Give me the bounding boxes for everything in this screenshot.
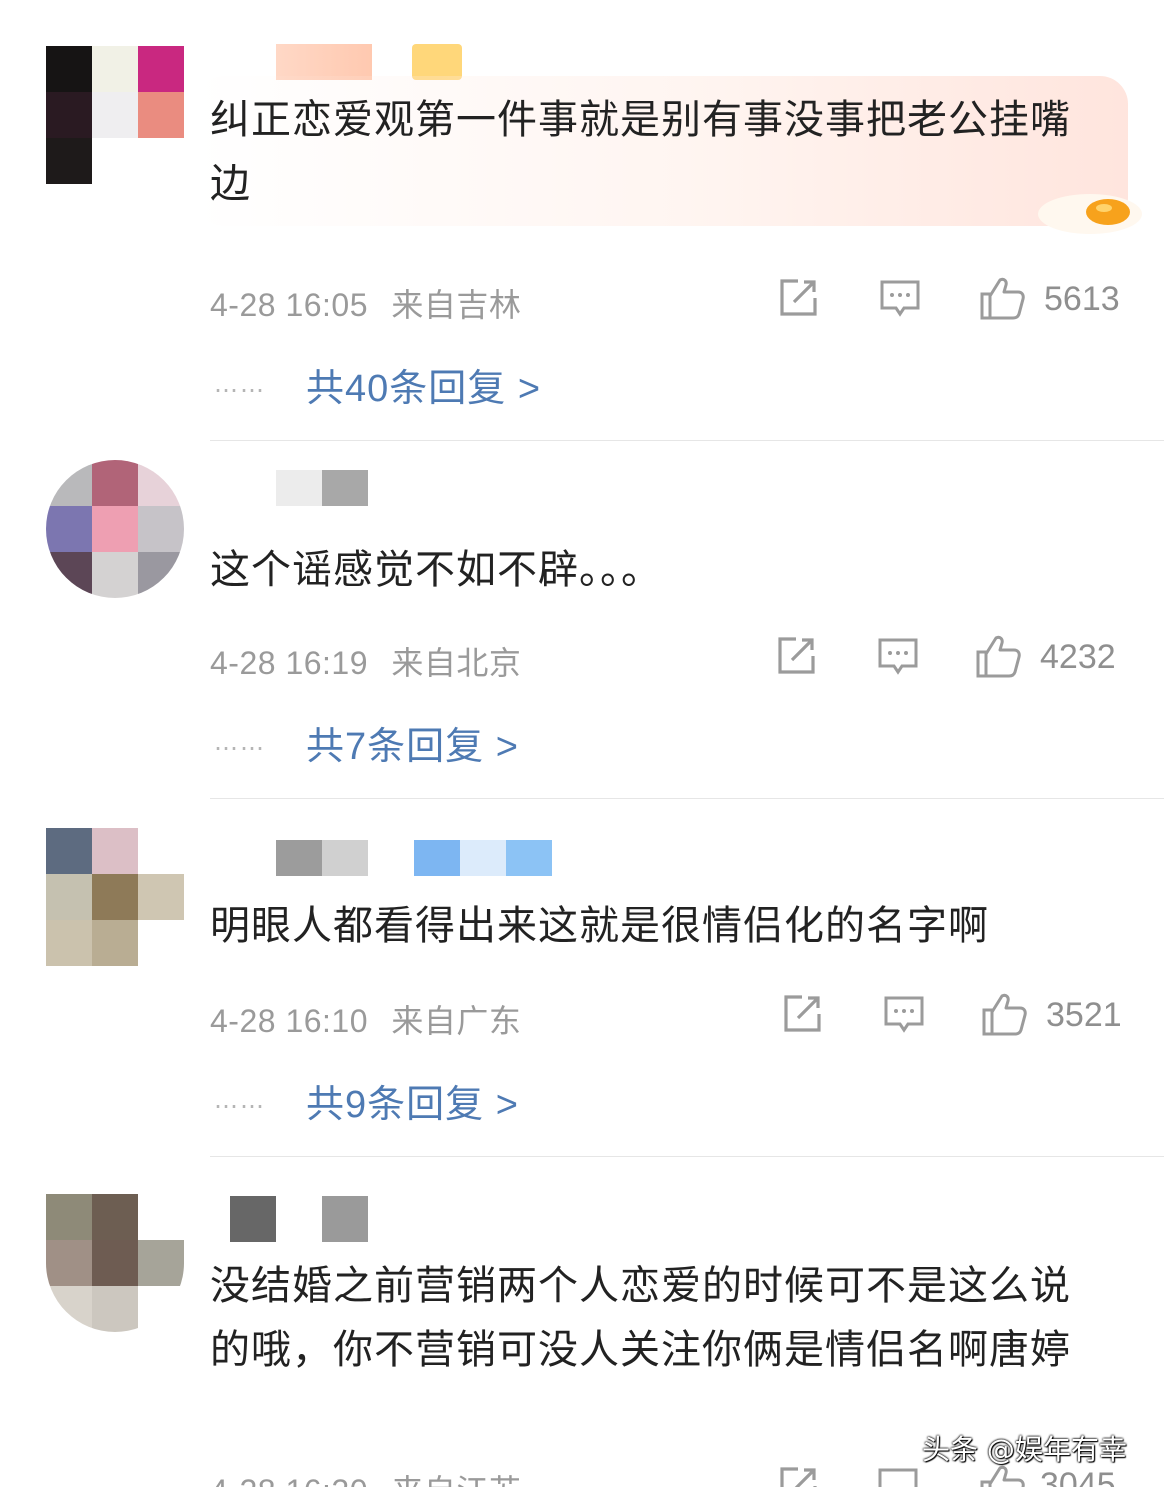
comment-location: 来自江苏: [391, 1473, 521, 1487]
replies-row: …… 共40条回复 >: [214, 362, 541, 410]
like-count: 3521: [1046, 996, 1122, 1034]
username-blurred[interactable]: [230, 1196, 368, 1242]
comment-time: 4-28 16:19: [210, 645, 369, 681]
avatar[interactable]: [46, 46, 184, 184]
comment-icon[interactable]: [878, 276, 922, 320]
username-blurred[interactable]: [276, 840, 552, 876]
comment-text: 明眼人都看得出来这就是很情侣化的名字啊: [210, 903, 989, 949]
thumbs-up-icon[interactable]: [974, 632, 1022, 680]
thumbs-up-icon[interactable]: [978, 274, 1026, 322]
view-replies-link[interactable]: 共40条回复 >: [306, 357, 541, 412]
username-blurred[interactable]: [276, 44, 462, 80]
replies-row: …… 共9条回复 >: [214, 1078, 519, 1126]
like-count: 3045: [1040, 1466, 1116, 1487]
like-count: 4232: [1040, 638, 1116, 676]
thumbs-up-icon[interactable]: [980, 990, 1028, 1038]
crown-badge-icon: [412, 44, 462, 80]
comment-meta: 4-28 16:10 来自广东: [210, 996, 521, 1042]
divider: [210, 1156, 1164, 1157]
replies-dots: ……: [214, 728, 266, 756]
like-count: 5613: [1044, 280, 1120, 318]
comment-time: 4-28 16:20: [210, 1473, 368, 1487]
comment-location: 来自北京: [391, 645, 522, 681]
comment-text: 这个谣感觉不如不辟。。。: [210, 547, 662, 593]
divider: [210, 798, 1164, 799]
replies-dots: ……: [214, 1086, 266, 1114]
avatar[interactable]: [46, 1194, 184, 1332]
comment-icon[interactable]: [882, 992, 926, 1036]
share-icon[interactable]: [776, 276, 820, 320]
comment-icon[interactable]: [876, 1464, 920, 1487]
comment-meta: 4-28 16:20 来自江苏: [210, 1466, 521, 1487]
comment-time: 4-28 16:05: [210, 287, 369, 323]
replies-row: …… 共7条回复 >: [214, 720, 519, 768]
comment-location: 来自吉林: [391, 287, 522, 323]
avatar[interactable]: [46, 828, 184, 966]
watermark: 头条 @娱年有幸: [922, 1433, 1127, 1466]
share-icon[interactable]: [774, 634, 818, 678]
comment-icon[interactable]: [876, 634, 920, 678]
replies-dots: ……: [214, 370, 266, 398]
view-replies-link[interactable]: 共9条回复 >: [306, 1073, 519, 1128]
share-icon[interactable]: [776, 1464, 820, 1487]
comment-time: 4-28 16:10: [210, 1003, 369, 1039]
comment-text: 纠正恋爱观第一件事就是别有事没事把老公挂嘴边: [210, 97, 1071, 207]
share-icon[interactable]: [780, 992, 824, 1036]
username-blurred[interactable]: [276, 470, 368, 506]
view-replies-link[interactable]: 共7条回复 >: [306, 715, 519, 770]
divider: [210, 440, 1164, 441]
comment-location: 来自广东: [391, 1003, 522, 1039]
comment-meta: 4-28 16:05 来自吉林: [210, 280, 521, 326]
avatar[interactable]: [46, 460, 184, 598]
comment-text: 没结婚之前营销两个人恋爱的时候可不是这么说的哦，你不营销可没人关注你俩是情侣名啊…: [210, 1263, 1071, 1373]
comment-meta: 4-28 16:19 来自北京: [210, 638, 521, 684]
